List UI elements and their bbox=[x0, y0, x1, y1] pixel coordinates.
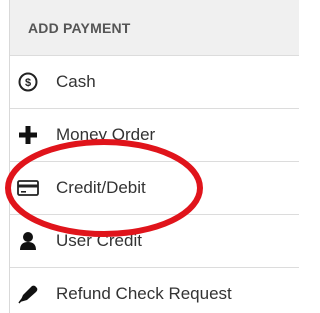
menu-item-label: Credit/Debit bbox=[56, 178, 146, 197]
credit-card-icon bbox=[17, 177, 39, 199]
add-payment-panel: ADD PAYMENT $ Cash Money Order Credit/De… bbox=[9, 0, 299, 313]
pen-icon bbox=[17, 283, 39, 305]
menu-item-label: Money Order bbox=[56, 125, 156, 144]
panel-title: ADD PAYMENT bbox=[28, 19, 131, 36]
menu-item-credit-debit[interactable]: Credit/Debit bbox=[10, 162, 299, 215]
panel-header: ADD PAYMENT bbox=[10, 0, 299, 56]
svg-text:$: $ bbox=[25, 77, 31, 89]
plus-icon bbox=[17, 124, 39, 146]
menu-item-user-credit[interactable]: User Credit bbox=[10, 215, 299, 268]
menu-item-label: Cash bbox=[56, 72, 96, 91]
user-icon bbox=[17, 230, 39, 252]
dollar-coin-icon: $ bbox=[17, 71, 39, 93]
menu-item-label: User Credit bbox=[56, 231, 142, 250]
menu-item-label: Refund Check Request bbox=[56, 284, 232, 303]
menu-item-money-order[interactable]: Money Order bbox=[10, 109, 299, 162]
menu-item-refund-check[interactable]: Refund Check Request bbox=[10, 268, 299, 313]
menu-item-cash[interactable]: $ Cash bbox=[10, 56, 299, 109]
